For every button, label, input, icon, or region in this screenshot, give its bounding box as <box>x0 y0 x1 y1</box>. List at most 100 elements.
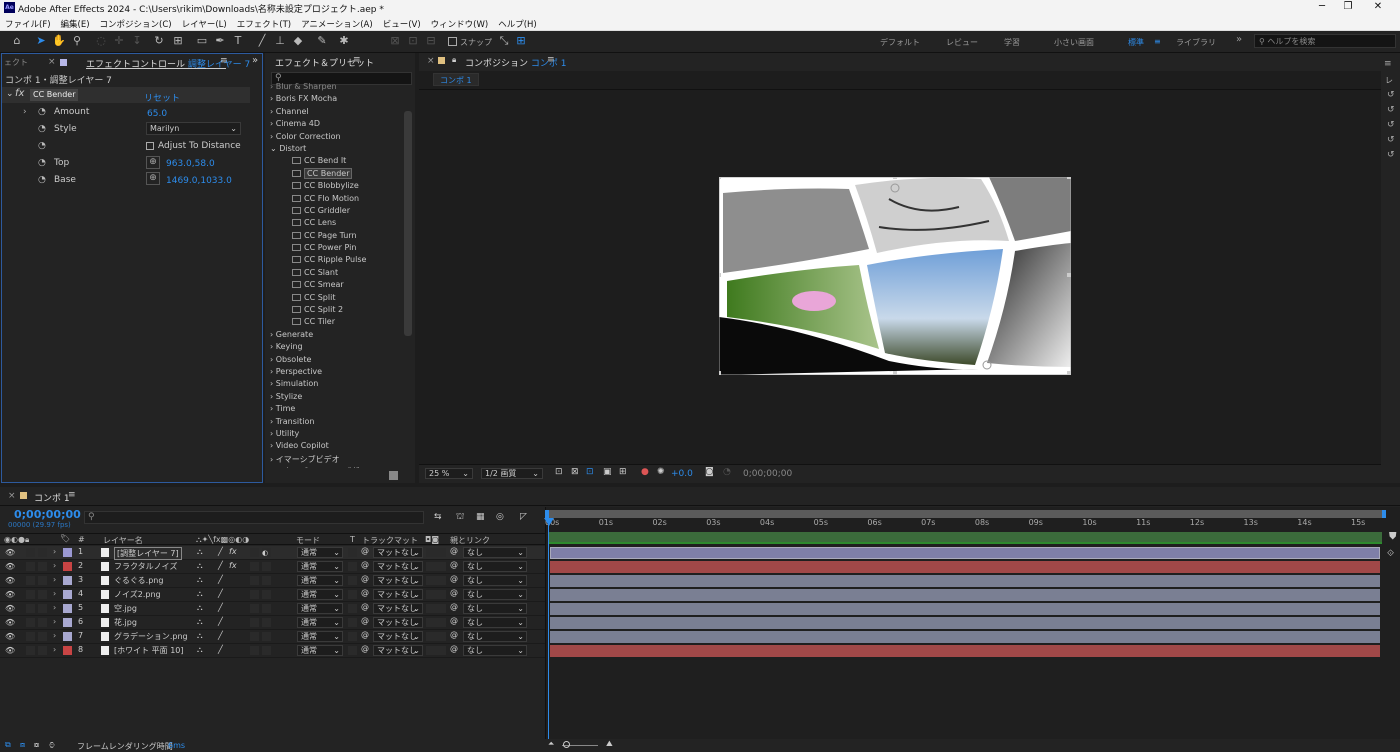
menu-window[interactable]: ウィンドウ(W) <box>426 16 494 30</box>
effect-item[interactable]: CC Flo Motion <box>270 194 404 206</box>
close-button[interactable]: ✕ <box>1368 1 1388 12</box>
workspace-libraries[interactable]: ライブラリ <box>1176 37 1216 48</box>
layer-duration-bar[interactable] <box>550 575 1380 587</box>
project-tab-cut[interactable]: ェクト <box>4 57 28 73</box>
handle[interactable] <box>719 273 721 277</box>
panel-menu-icon[interactable]: ≡ <box>68 490 76 500</box>
mask-visibility-icon[interactable]: ⊡ <box>586 467 594 477</box>
label-icon[interactable]: 🏷︎ <box>60 534 70 543</box>
exposure-icon[interactable]: ✺ <box>657 467 665 477</box>
eraser-tool-icon[interactable]: ◆ <box>291 34 305 48</box>
layer-search-input[interactable]: ⚲ <box>84 511 424 524</box>
menu-view[interactable]: ビュー(V) <box>378 16 426 30</box>
effect-category-open[interactable]: ⌄ Distort <box>270 144 404 156</box>
orbit-camera-icon[interactable]: ◌ <box>94 34 108 48</box>
zoom-tool-icon[interactable]: ⚲ <box>70 34 84 48</box>
top-value[interactable]: 963.0,58.0 <box>166 159 215 169</box>
effect-item[interactable]: CC Split 2 <box>270 305 404 317</box>
panel-menu-icon[interactable]: ≡ <box>547 55 555 65</box>
axis-view-icon[interactable]: ⊟ <box>424 34 438 48</box>
handle[interactable] <box>1067 371 1071 375</box>
layer-duration-bar[interactable] <box>550 617 1380 629</box>
info-panel-tab[interactable]: レ <box>1385 75 1393 86</box>
motion-blur-icon[interactable]: ◎ <box>496 512 504 522</box>
effect-category[interactable]: › Generate <box>270 330 404 342</box>
effect-item[interactable]: CC Blobbylize <box>270 181 404 193</box>
effect-category[interactable]: › Obsolete <box>270 355 404 367</box>
menu-effect[interactable]: エフェクト(T) <box>232 16 296 30</box>
comp-timecode[interactable]: 0;00;00;00 <box>743 469 792 479</box>
effect-category[interactable]: › Boris FX Mocha <box>270 94 404 106</box>
reset-link[interactable]: リセット <box>144 91 180 104</box>
roto-brush-icon[interactable]: ✎ <box>315 34 329 48</box>
work-area-bar[interactable] <box>548 510 1384 518</box>
effect-item[interactable]: CC Lens <box>270 218 404 230</box>
effect-category[interactable]: › Video Copilot <box>270 441 404 453</box>
effect-category[interactable]: › Time <box>270 404 404 416</box>
menu-layer[interactable]: レイヤー(L) <box>177 16 232 30</box>
effect-category[interactable]: › Color Correction <box>270 132 404 144</box>
graph-editor-icon[interactable]: ◸ <box>520 512 527 522</box>
effect-item[interactable]: CC Smear <box>270 280 404 292</box>
expand-amount-icon[interactable]: › <box>23 107 27 117</box>
base-value[interactable]: 1469.0,1033.0 <box>166 176 232 186</box>
panel-menu-icon[interactable]: ≡ <box>353 55 361 65</box>
effect-category[interactable]: › Utility <box>270 429 404 441</box>
playhead[interactable] <box>548 518 549 739</box>
collapse-chevron-icon[interactable]: ⌄ <box>6 89 14 99</box>
effect-category[interactable]: › Stylize <box>270 392 404 404</box>
comp-marker-icon[interactable]: ⛊ <box>1389 531 1397 542</box>
grid-guides-icon[interactable]: ⊞ <box>619 467 627 477</box>
workspace-menu-icon[interactable]: ≡ <box>1154 37 1161 46</box>
modes-toggle-icon[interactable]: ⧈ <box>20 740 25 750</box>
effect-item[interactable]: CC Power Pin <box>270 243 404 255</box>
timing-toggle-icon[interactable]: ⌚︎ <box>48 740 56 752</box>
resolution-dropdown[interactable]: 1/2 画質 ⌄ <box>481 468 543 479</box>
menu-animation[interactable]: アニメーション(A) <box>296 16 378 30</box>
exposure-value[interactable]: +0.0 <box>671 469 693 479</box>
workspace-default[interactable]: デフォルト <box>880 37 920 48</box>
workspace-small-screen[interactable]: 小さい画面 <box>1054 37 1094 48</box>
work-area-end[interactable] <box>1382 510 1386 518</box>
switches-icon[interactable]: ⛬✦╲fx▩◎◐◑ <box>196 535 249 545</box>
effect-item[interactable]: CC Tiler <box>270 317 404 329</box>
timeline-tab[interactable]: コンポ 1 <box>34 491 70 504</box>
snap-option-icon[interactable]: ⤡ <box>497 34 511 48</box>
amount-value[interactable]: 65.0 <box>147 109 167 119</box>
undo-icons[interactable]: ↺ ↺ ↺ ↺ ↺ <box>1387 88 1395 163</box>
effect-item[interactable]: CC Bender <box>270 167 404 181</box>
rectangle-tool-icon[interactable]: ▭ <box>195 34 209 48</box>
stopwatch-icon[interactable]: ◔ <box>38 175 46 185</box>
effect-category[interactable]: › エクスプレッション制御 <box>270 466 404 468</box>
handle[interactable] <box>1067 273 1071 277</box>
zoom-in-icon[interactable]: ⛰︎ <box>606 739 613 749</box>
channel-icon[interactable]: ● <box>641 467 649 477</box>
handle[interactable] <box>893 177 897 179</box>
stopwatch-icon[interactable]: ◔ <box>38 141 46 151</box>
stopwatch-icon[interactable]: ◔ <box>38 158 46 168</box>
layer-duration-bar[interactable] <box>550 603 1380 615</box>
type-tool-icon[interactable]: T <box>231 34 245 48</box>
stopwatch-icon[interactable]: ◔ <box>38 124 46 134</box>
zoom-slider-thumb[interactable] <box>563 741 570 748</box>
panel-overflow-icon[interactable]: » <box>252 55 258 66</box>
axis-world-icon[interactable]: ⊡ <box>406 34 420 48</box>
crosshair-icon[interactable]: ⊕ <box>146 156 160 169</box>
menu-composition[interactable]: コンポジション(C) <box>95 16 177 30</box>
selection-tool-icon[interactable]: ➤ <box>34 34 48 48</box>
lock-icon[interactable]: 🔒︎ <box>452 55 456 65</box>
effect-name[interactable]: CC Bender <box>30 89 79 101</box>
layer-duration-bar[interactable] <box>550 547 1380 559</box>
handle[interactable] <box>719 371 721 375</box>
fast-previews-icon[interactable]: ⊡ <box>555 467 563 477</box>
comp-sub-tab[interactable]: コンポ 1 <box>433 73 479 86</box>
layer-switches-toggle-icon[interactable]: ⧉ <box>5 740 11 750</box>
effect-item[interactable]: CC Griddler <box>270 206 404 218</box>
effect-item[interactable]: CC Bend It <box>270 156 404 168</box>
zoom-dropdown[interactable]: 25 % ⌄ <box>425 468 473 479</box>
effect-category[interactable]: › Channel <box>270 107 404 119</box>
zoom-out-icon[interactable]: ⏶ <box>548 739 554 749</box>
crosshair-icon[interactable]: ⊕ <box>146 172 160 185</box>
region-of-interest-icon[interactable]: ▣ <box>603 467 612 477</box>
snap-checkbox[interactable] <box>448 37 457 46</box>
